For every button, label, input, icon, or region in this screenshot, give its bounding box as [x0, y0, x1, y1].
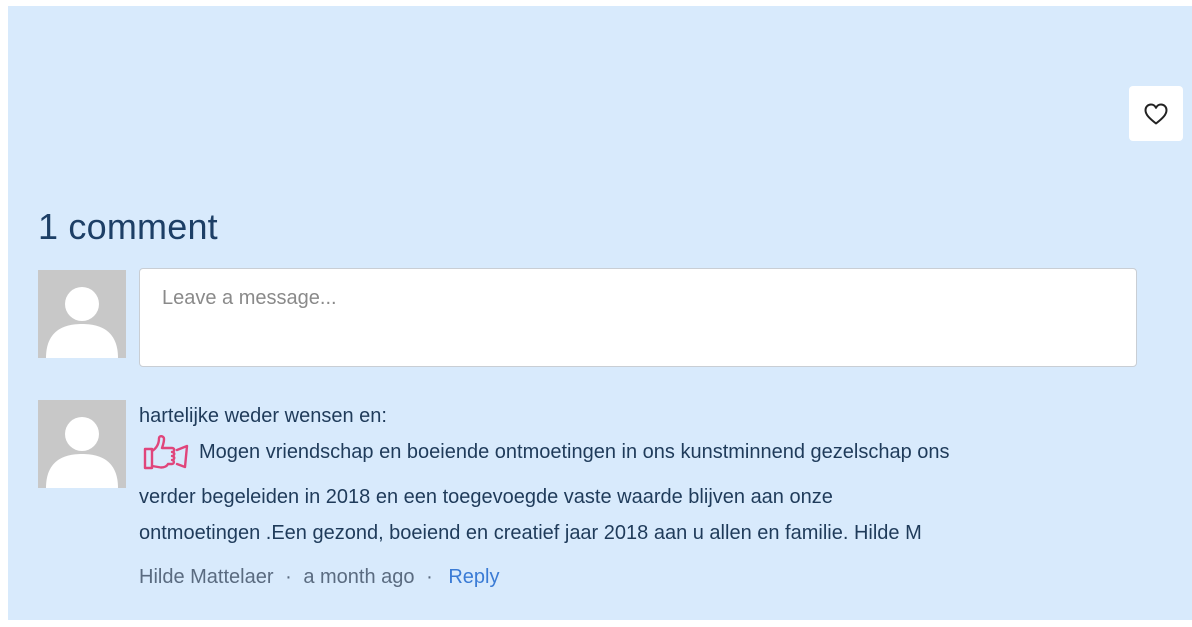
meta-separator: · — [285, 566, 292, 588]
comment-author[interactable]: Hilde Mattelaer — [139, 566, 274, 588]
comment-text-line: Mogen vriendschap en boeiende ontmoeting… — [199, 441, 950, 463]
reply-link[interactable]: Reply — [448, 566, 499, 588]
comment-body: hartelijke weder wensen en: Mogen vriend… — [139, 398, 1149, 551]
comment-text-line: ontmoetingen .Een gezond, boeiend en cre… — [139, 522, 922, 544]
comment-count-heading: 1 comment — [38, 206, 218, 247]
comment-meta: Hilde Mattelaer · a month ago · Reply — [139, 562, 499, 592]
comment-text-line: verder begeleiden in 2018 en een toegevo… — [139, 486, 833, 508]
comment-author-avatar — [38, 400, 126, 488]
thumbs-up-icon — [143, 435, 189, 470]
heart-outline-icon — [1144, 103, 1168, 124]
message-input[interactable] — [139, 268, 1137, 367]
meta-separator: · — [426, 566, 433, 588]
comment-timestamp[interactable]: a month ago — [303, 566, 414, 588]
comment-text-line: hartelijke weder wensen en: — [139, 405, 387, 427]
current-user-avatar — [38, 270, 126, 358]
like-button[interactable] — [1129, 86, 1183, 141]
